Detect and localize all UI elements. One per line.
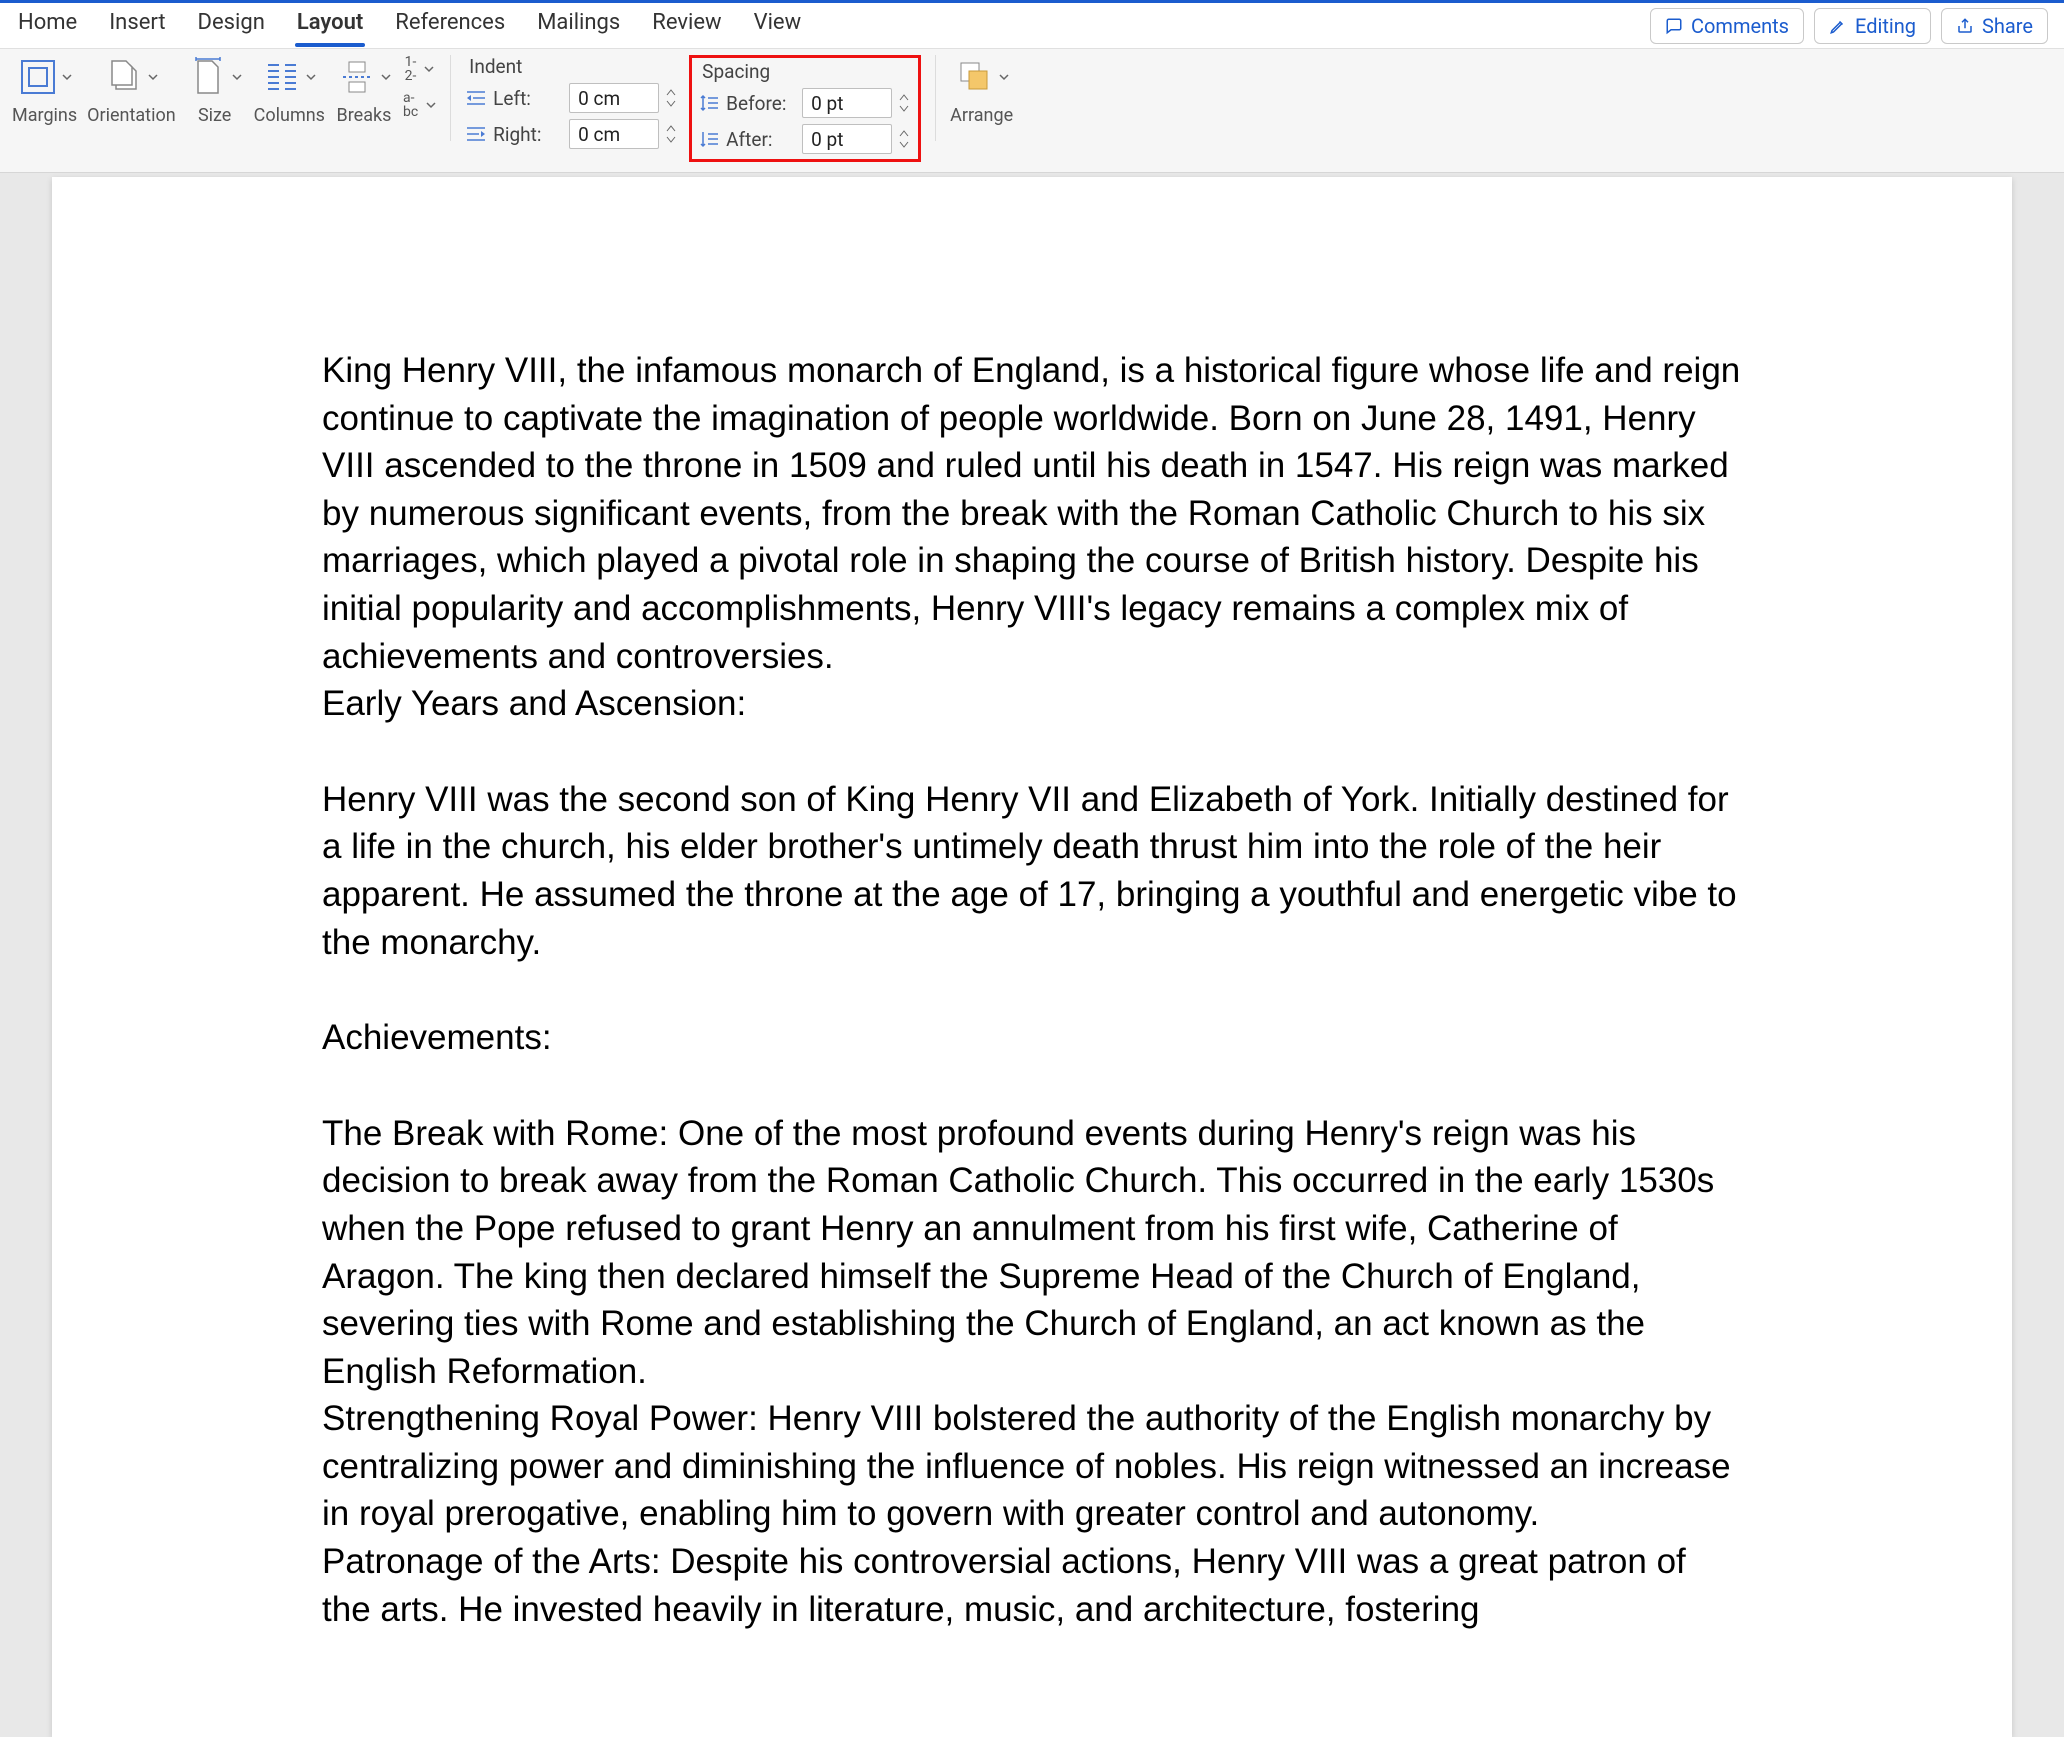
indent-left-icon: [465, 87, 487, 109]
size-icon: [188, 57, 228, 97]
breaks-label: Breaks: [337, 105, 392, 126]
breaks-icon: [337, 57, 377, 97]
ribbon-tabs-bar: Home Insert Design Layout References Mai…: [0, 3, 2064, 49]
chevron-down-icon: [306, 72, 316, 82]
chevron-down-icon: [424, 64, 434, 74]
group-breaks: Breaks: [335, 55, 393, 126]
spacing-after-decrease[interactable]: [898, 139, 912, 151]
spacing-before-increase[interactable]: [898, 91, 912, 103]
indent-left-input[interactable]: [569, 83, 659, 113]
tab-view[interactable]: View: [752, 6, 804, 45]
columns-button[interactable]: [260, 55, 318, 99]
indent-right-input[interactable]: [569, 119, 659, 149]
indent-left-increase[interactable]: [665, 86, 679, 98]
tab-insert[interactable]: Insert: [107, 6, 167, 45]
share-label: Share: [1982, 14, 2033, 38]
chevron-down-icon: [381, 72, 391, 82]
arrange-label: Arrange: [950, 105, 1013, 126]
arrange-button[interactable]: [953, 55, 1011, 99]
spacing-before-label: Before:: [726, 92, 796, 115]
paragraph[interactable]: Henry VIII was the second son of King He…: [322, 776, 1742, 966]
share-icon: [1956, 17, 1974, 35]
separator: [935, 55, 936, 141]
paragraph[interactable]: Patronage of the Arts: Despite his contr…: [322, 1538, 1742, 1633]
columns-icon: [262, 57, 302, 97]
orientation-icon: [104, 57, 144, 97]
blank-line: [322, 966, 1742, 1014]
indent-left-label: Left:: [493, 87, 563, 110]
size-button[interactable]: [186, 55, 244, 99]
group-orientation: Orientation: [87, 55, 176, 126]
comments-button[interactable]: Comments: [1650, 8, 1804, 44]
group-margins: Margins: [12, 55, 77, 126]
paragraph[interactable]: The Break with Rome: One of the most pro…: [322, 1110, 1742, 1396]
spacing-after-icon: [698, 128, 720, 150]
tab-references[interactable]: References: [393, 6, 507, 45]
comments-label: Comments: [1691, 14, 1789, 38]
indent-right-decrease[interactable]: [665, 134, 679, 146]
top-right-actions: Comments Editing Share: [1650, 8, 2048, 44]
tab-mailings[interactable]: Mailings: [535, 6, 622, 45]
line-numbers-button[interactable]: 1- 2-: [405, 55, 435, 83]
tab-review[interactable]: Review: [650, 6, 723, 45]
columns-label: Columns: [254, 105, 325, 126]
spacing-after-label: After:: [726, 128, 796, 151]
group-spacing: Spacing Before: After:: [698, 60, 912, 155]
spacing-before-icon: [698, 92, 720, 114]
arrange-icon: [955, 57, 995, 97]
hyphenation-button[interactable]: a- bc: [403, 91, 436, 119]
editing-button[interactable]: Editing: [1814, 8, 1931, 44]
spacing-title: Spacing: [698, 60, 770, 83]
chevron-down-icon: [62, 72, 72, 82]
indent-left-decrease[interactable]: [665, 98, 679, 110]
orientation-label: Orientation: [87, 105, 176, 126]
blank-line: [322, 1062, 1742, 1110]
tab-design[interactable]: Design: [196, 6, 267, 45]
paragraph[interactable]: Achievements:: [322, 1014, 1742, 1062]
chevron-down-icon: [232, 72, 242, 82]
line-numbers-icon: 1- 2-: [405, 55, 417, 83]
ribbon-layout: Margins Orientation Size Columns: [0, 49, 2064, 173]
spacing-highlight-box: Spacing Before: After:: [689, 55, 921, 162]
indent-right-label: Right:: [493, 123, 563, 146]
share-button[interactable]: Share: [1941, 8, 2048, 44]
group-small-right: 1- 2- a- bc: [403, 55, 436, 119]
chevron-down-icon: [999, 72, 1009, 82]
breaks-button[interactable]: [335, 55, 393, 99]
orientation-button[interactable]: [102, 55, 160, 99]
margins-button[interactable]: [16, 55, 74, 99]
paragraph[interactable]: Early Years and Ascension:: [322, 680, 1742, 728]
margins-icon: [18, 57, 58, 97]
group-size: Size: [186, 55, 244, 126]
indent-right-icon: [465, 123, 487, 145]
pencil-icon: [1829, 17, 1847, 35]
hyphenation-icon: a- bc: [403, 91, 418, 119]
spacing-before-decrease[interactable]: [898, 103, 912, 115]
group-indent: Indent Left: Right:: [465, 55, 679, 150]
tab-layout[interactable]: Layout: [295, 6, 365, 45]
blank-line: [322, 728, 1742, 776]
size-label: Size: [198, 105, 231, 126]
spacing-before-input[interactable]: [802, 88, 892, 118]
chevron-down-icon: [148, 72, 158, 82]
tab-home[interactable]: Home: [16, 6, 79, 45]
margins-label: Margins: [12, 105, 77, 126]
indent-right-increase[interactable]: [665, 122, 679, 134]
chevron-down-icon: [426, 100, 436, 110]
paragraph[interactable]: Strengthening Royal Power: Henry VIII bo…: [322, 1395, 1742, 1538]
separator: [450, 55, 451, 141]
comment-icon: [1665, 17, 1683, 35]
ribbon-tabs: Home Insert Design Layout References Mai…: [16, 6, 803, 45]
editing-label: Editing: [1855, 14, 1916, 38]
document-page[interactable]: King Henry VIII, the infamous monarch of…: [52, 177, 2012, 1737]
paragraph[interactable]: King Henry VIII, the infamous monarch of…: [322, 347, 1742, 680]
indent-title: Indent: [465, 55, 522, 78]
spacing-after-input[interactable]: [802, 124, 892, 154]
document-viewport: King Henry VIII, the infamous monarch of…: [0, 173, 2064, 1737]
spacing-after-increase[interactable]: [898, 127, 912, 139]
group-arrange: Arrange: [950, 55, 1013, 126]
group-columns: Columns: [254, 55, 325, 126]
